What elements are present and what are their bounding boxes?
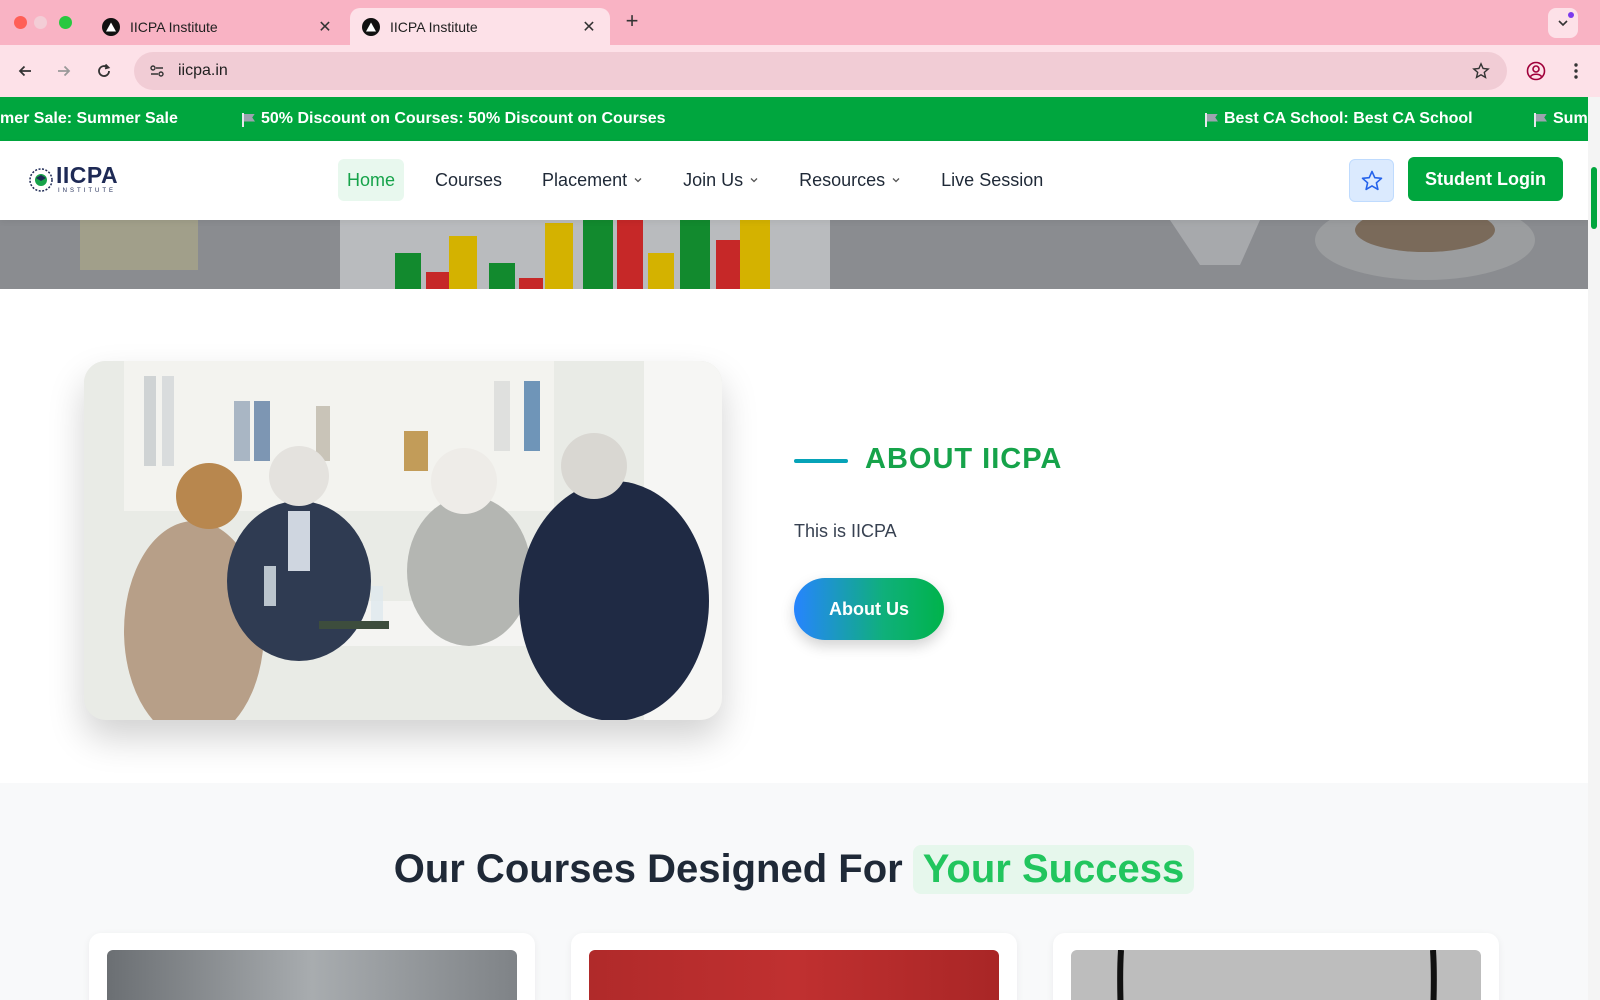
- course-image: [1071, 949, 1481, 1000]
- ticker-text: Best CA School: Best CA School: [1224, 110, 1473, 127]
- ticker-item: Sum: [1534, 110, 1588, 128]
- flag-icon: [242, 112, 256, 127]
- nav-placement[interactable]: Placement: [533, 159, 652, 201]
- hero-chart-photo: [0, 220, 1588, 289]
- ticker-text: 50% Discount on Courses: 50% Discount on…: [261, 110, 666, 127]
- site-info-icon[interactable]: [142, 56, 172, 86]
- about-meeting-image: [84, 361, 722, 720]
- chevron-down-icon: [634, 178, 642, 183]
- course-image: [107, 950, 517, 1000]
- web-page: mer Sale: Summer Sale 50% Discount on Co…: [0, 97, 1588, 1000]
- chevron-down-icon: [1558, 20, 1568, 27]
- nav-home[interactable]: Home: [338, 159, 405, 201]
- tab-close-icon[interactable]: ✕: [580, 18, 598, 36]
- arrow-right-icon: [58, 65, 71, 77]
- browser-menu-button[interactable]: [1562, 57, 1590, 85]
- reload-icon: [98, 63, 111, 77]
- more-vert-icon: [1574, 63, 1578, 79]
- forward-button[interactable]: [49, 56, 79, 86]
- about-section: ABOUT IICPA This is IICPA About Us: [0, 289, 1588, 783]
- about-title: ABOUT IICPA: [865, 443, 1063, 475]
- hero-banner-image: [0, 220, 1588, 289]
- nav-courses[interactable]: Courses: [426, 159, 511, 201]
- address-bar[interactable]: iicpa.in: [134, 52, 1507, 90]
- about-us-button[interactable]: About Us: [794, 578, 944, 640]
- course-card[interactable]: [1053, 933, 1499, 1000]
- nav-label: Live Session: [941, 169, 1044, 190]
- url-text: iicpa.in: [178, 62, 228, 79]
- scrollbar-thumb[interactable]: [1591, 167, 1597, 229]
- logo-emblem-icon: [29, 168, 53, 192]
- courses-title-main: Our Courses Designed For: [393, 847, 903, 891]
- logo-name: IICPA: [56, 162, 119, 188]
- page-scrollbar[interactable]: [1588, 97, 1600, 1000]
- flag-icon: [1205, 112, 1219, 127]
- ticker-text: Sum: [1553, 110, 1588, 127]
- section-accent-line: [794, 459, 848, 463]
- reload-button[interactable]: [89, 56, 119, 86]
- courses-section: Our Courses Designed For Your Success: [0, 783, 1588, 1000]
- course-card[interactable]: [571, 933, 1017, 1000]
- ticker-item: mer Sale: Summer Sale: [0, 110, 178, 128]
- nav-label: Home: [347, 169, 396, 190]
- logo-subtitle: INSTITUTE: [58, 188, 116, 194]
- profile-button[interactable]: [1522, 57, 1550, 85]
- ticker-item: Best CA School: Best CA School: [1205, 110, 1473, 128]
- nav-label: Resources: [799, 169, 886, 190]
- main-nav: Home Courses Placement Join Us Resources…: [338, 159, 1074, 201]
- bookmark-star-icon[interactable]: [1469, 59, 1493, 83]
- new-tab-button[interactable]: +: [620, 10, 644, 34]
- window-close-button[interactable]: [14, 16, 27, 29]
- nav-live-session[interactable]: Live Session: [932, 159, 1052, 201]
- browser-toolbar: iicpa.in: [0, 45, 1600, 97]
- tab-close-icon[interactable]: ✕: [316, 18, 334, 36]
- back-button[interactable]: [10, 56, 40, 86]
- nav-label: Courses: [435, 169, 503, 190]
- star-icon: [1361, 170, 1382, 190]
- browser-tab-strip: IICPA Institute ✕ IICPA Institute ✕ +: [0, 0, 1600, 45]
- site-logo[interactable]: IICPA INSTITUTE: [28, 162, 138, 207]
- tab-search-button[interactable]: [1548, 8, 1578, 38]
- course-image: [589, 950, 999, 1000]
- window-minimize-button[interactable]: [34, 16, 47, 29]
- course-card[interactable]: [89, 933, 535, 1000]
- chevron-down-icon: [750, 178, 758, 183]
- courses-title: Our Courses Designed For Your Success: [0, 845, 1588, 894]
- course-photo-detail: [1117, 949, 1437, 1000]
- about-text: This is IICPA: [794, 521, 897, 541]
- nav-label: Join Us: [683, 169, 744, 190]
- ticker-item: 50% Discount on Courses: 50% Discount on…: [242, 110, 666, 128]
- site-favicon-icon: [362, 17, 380, 36]
- browser-tab-active[interactable]: IICPA Institute ✕: [350, 8, 610, 45]
- chevron-down-icon: [892, 178, 900, 183]
- site-favicon-icon: [102, 17, 120, 36]
- flag-icon: [1534, 112, 1548, 127]
- student-login-button[interactable]: Student Login: [1408, 157, 1563, 201]
- nav-join-us[interactable]: Join Us: [674, 159, 768, 201]
- arrow-left-icon: [18, 65, 31, 77]
- announcement-ticker: mer Sale: Summer Sale 50% Discount on Co…: [0, 97, 1588, 141]
- favorites-button[interactable]: [1349, 159, 1394, 202]
- ticker-text: mer Sale: Summer Sale: [0, 110, 178, 127]
- site-header: IICPA INSTITUTE Home Courses Placement J…: [0, 141, 1588, 220]
- nav-label: Placement: [542, 169, 628, 190]
- account-circle-icon: [1526, 61, 1546, 81]
- courses-title-highlight: Your Success: [912, 845, 1195, 894]
- tab-title: IICPA Institute: [130, 18, 218, 35]
- tab-title: IICPA Institute: [390, 18, 478, 35]
- browser-tab[interactable]: IICPA Institute ✕: [90, 8, 346, 45]
- window-zoom-button[interactable]: [59, 16, 72, 29]
- notification-dot: [1568, 12, 1574, 18]
- nav-resources[interactable]: Resources: [790, 159, 910, 201]
